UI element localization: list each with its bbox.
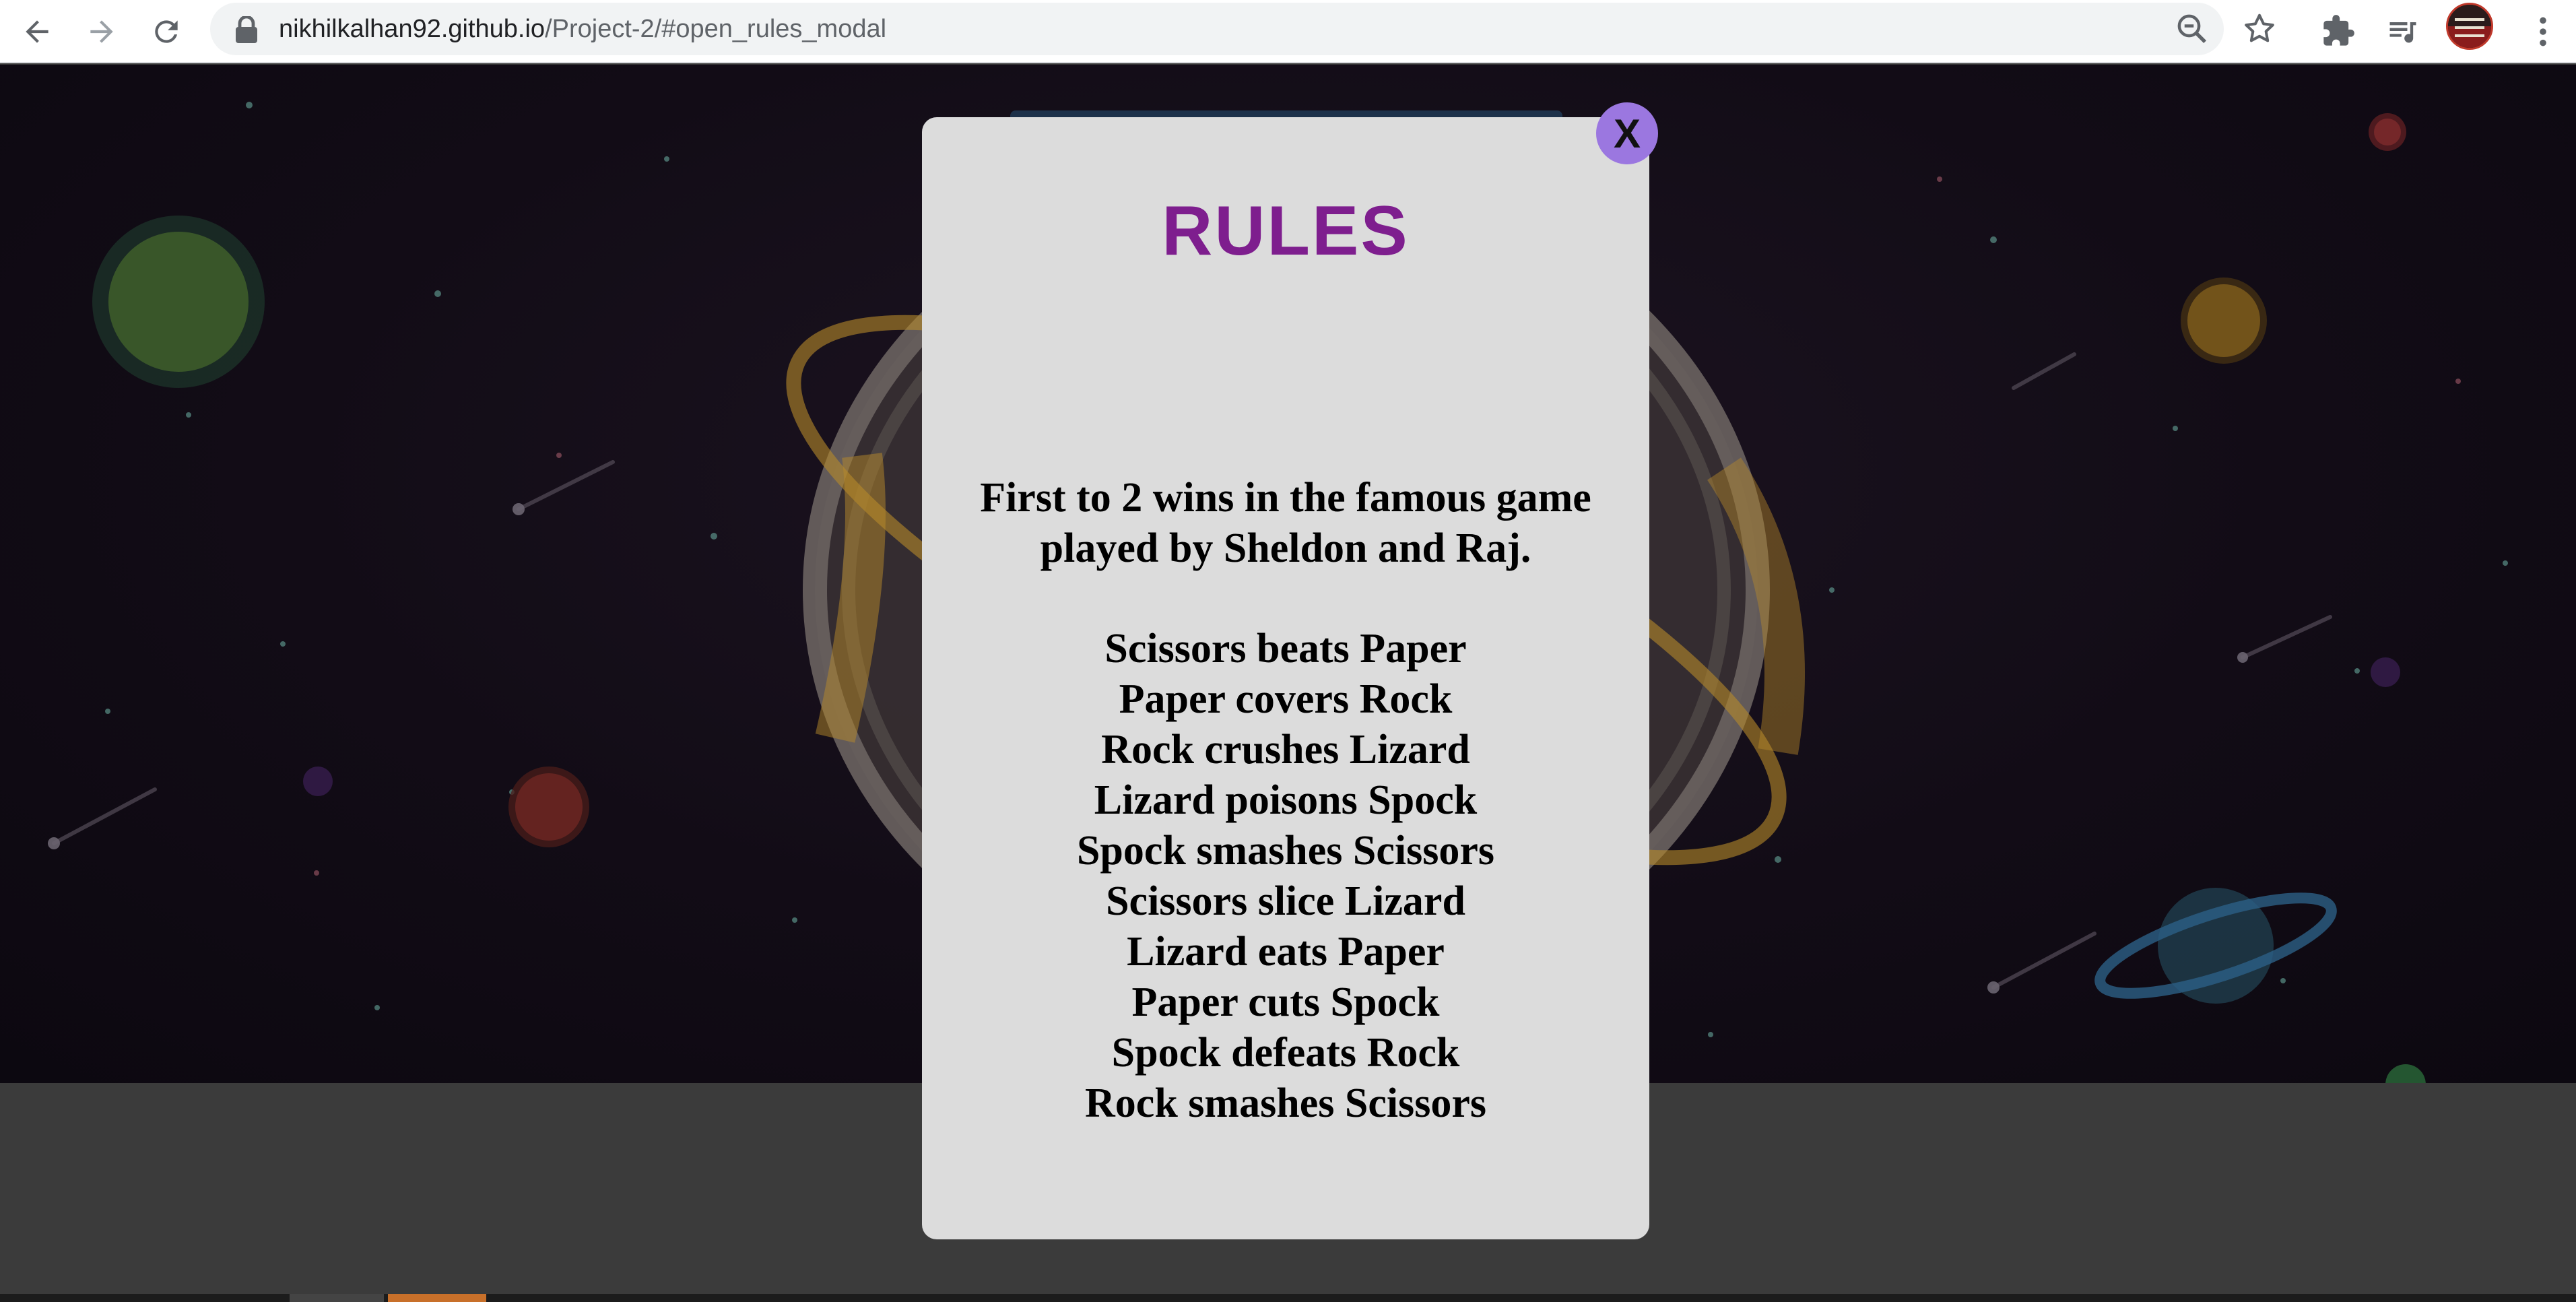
rule-item: Paper covers Rock — [1119, 676, 1453, 722]
rule-item: Spock defeats Rock — [1111, 1030, 1460, 1076]
rule-item: Rock crushes Lizard — [1101, 727, 1470, 773]
arrow-right-icon — [90, 20, 113, 43]
kebab-menu-icon — [2540, 17, 2546, 46]
rule-item: Rock smashes Scissors — [1085, 1080, 1486, 1126]
bookmark-button[interactable] — [2241, 11, 2278, 47]
browser-toolbar: nikhilkalhan92.github.io/Project-2/#open… — [0, 0, 2576, 63]
rule-item: Spock smashes Scissors — [1076, 828, 1495, 874]
reload-icon — [155, 20, 178, 43]
modal-title: RULES — [1162, 192, 1410, 270]
url-text: nikhilkalhan92.github.io/Project-2/#open… — [279, 13, 886, 44]
puzzle-icon — [2323, 15, 2354, 46]
star-icon — [2245, 13, 2274, 42]
rule-item: Lizard poisons Spock — [1094, 777, 1478, 823]
rule-item: Scissors slice Lizard — [1106, 878, 1465, 924]
address-bar[interactable]: nikhilkalhan92.github.io/Project-2/#open… — [210, 3, 2274, 55]
rule-item: Scissors beats Paper — [1104, 626, 1467, 672]
url-path: /Project-2/#open_rules_modal — [545, 15, 887, 43]
lock-icon — [236, 16, 257, 43]
intro-line: First to 2 wins in the famous game — [980, 475, 1591, 521]
rule-item: Paper cuts Spock — [1131, 979, 1440, 1025]
close-modal-button[interactable]: X — [1596, 102, 1658, 164]
reload-button[interactable] — [143, 8, 190, 55]
rules-list: Scissors beats Paper Paper covers Rock R… — [922, 624, 1649, 1129]
zoom-out-icon — [2177, 14, 2207, 44]
zoom-button[interactable] — [2174, 11, 2210, 47]
browser-menu-button[interactable] — [2521, 8, 2565, 55]
profile-avatar[interactable] — [2446, 3, 2493, 50]
taskbar-strip — [0, 1294, 2576, 1302]
url-host: nikhilkalhan92.github.io — [279, 15, 546, 43]
extensions-button[interactable] — [2317, 9, 2360, 53]
back-button[interactable] — [13, 8, 61, 55]
intro-line: played by Sheldon and Raj. — [1040, 525, 1531, 571]
rule-item: Lizard eats Paper — [1127, 929, 1445, 975]
rules-modal: RULES First to 2 wins in the famous game… — [922, 117, 1649, 1239]
media-controls-button[interactable] — [2381, 9, 2424, 53]
modal-intro: First to 2 wins in the famous game playe… — [949, 473, 1622, 574]
arrow-left-icon — [26, 20, 48, 43]
media-playlist-icon — [2389, 22, 2416, 43]
forward-button[interactable] — [78, 8, 125, 55]
